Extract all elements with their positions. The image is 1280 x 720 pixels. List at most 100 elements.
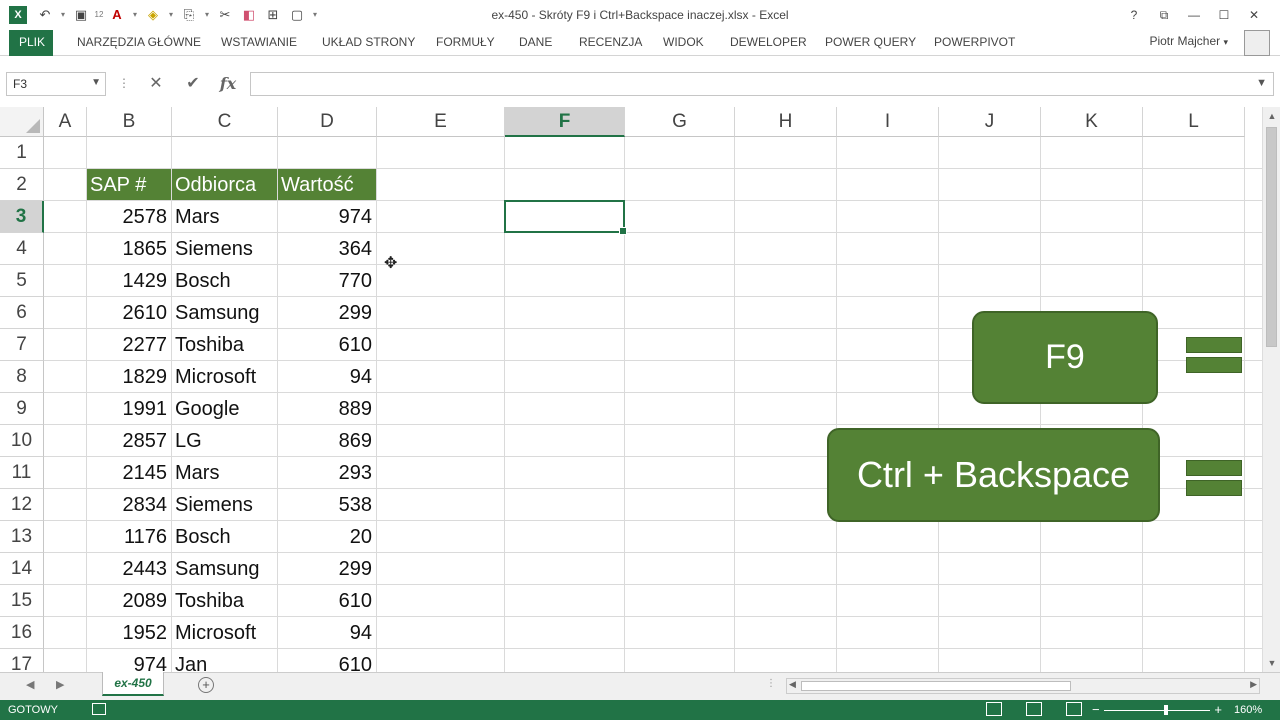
f9-shape[interactable]: F9	[972, 311, 1158, 404]
cell-sap[interactable]: 974	[87, 649, 171, 672]
cell-wartosc[interactable]: 20	[278, 521, 376, 552]
row-header-1[interactable]: 1	[0, 137, 44, 169]
cell-odbiorca[interactable]: Siemens	[172, 489, 277, 520]
cell-odbiorca[interactable]: Jan	[172, 649, 277, 672]
close-button[interactable]: ✕	[1242, 5, 1266, 25]
scroll-down-icon[interactable]: ▼	[1265, 658, 1279, 668]
cell-sap[interactable]: 2443	[87, 553, 171, 584]
cell-sap[interactable]: 2089	[87, 585, 171, 616]
cell-odbiorca[interactable]: Mars	[172, 457, 277, 488]
cell-sap[interactable]: 2857	[87, 425, 171, 456]
name-box[interactable]: F3 ▼	[6, 72, 106, 96]
cell-odbiorca[interactable]: Toshiba	[172, 329, 277, 360]
cell-odbiorca[interactable]: Siemens	[172, 233, 277, 264]
row-header-14[interactable]: 14	[0, 553, 44, 585]
column-header-e[interactable]: E	[377, 107, 505, 137]
add-sheet-button[interactable]: +	[198, 677, 214, 693]
cell-wartosc[interactable]: 94	[278, 617, 376, 648]
zoom-out-icon[interactable]: −	[1092, 702, 1100, 717]
avatar[interactable]	[1244, 30, 1270, 56]
row-header-11[interactable]: 11	[0, 457, 44, 489]
macro-record-icon[interactable]	[92, 703, 106, 715]
confirm-entry-button[interactable]: ✔	[179, 72, 207, 96]
column-header-i[interactable]: I	[837, 107, 939, 137]
tab-powerpivot[interactable]: POWERPIVOT	[934, 30, 1015, 56]
page-break-view-icon[interactable]	[1066, 702, 1082, 716]
cell-wartosc[interactable]: 94	[278, 361, 376, 392]
cell-odbiorca[interactable]: Toshiba	[172, 585, 277, 616]
cell-sap[interactable]: 1176	[87, 521, 171, 552]
cell-sap[interactable]: 2145	[87, 457, 171, 488]
column-header-j[interactable]: J	[939, 107, 1041, 137]
column-header-h[interactable]: H	[735, 107, 837, 137]
minimize-button[interactable]: —	[1182, 5, 1206, 25]
tab-formulas[interactable]: FORMUŁY	[436, 30, 495, 56]
cell-odbiorca[interactable]: Bosch	[172, 521, 277, 552]
tab-home[interactable]: NARZĘDZIA GŁÓWNE	[77, 30, 201, 56]
worksheet-grid[interactable]: ABCDEFGHIJKL 1 2 3 4 5 6 7 8 9 10 11 12 13 14 15 16 17 S…	[0, 107, 1262, 672]
zoom-knob[interactable]	[1164, 705, 1168, 715]
cell-odbiorca[interactable]: Microsoft	[172, 617, 277, 648]
row-header-10[interactable]: 10	[0, 425, 44, 457]
cell-sap[interactable]: 1991	[87, 393, 171, 424]
cell-odbiorca[interactable]: Bosch	[172, 265, 277, 296]
active-cell-f3[interactable]	[504, 200, 627, 235]
formula-input[interactable]: ▼	[250, 72, 1274, 96]
user-name[interactable]: Piotr Majcher ▾	[1149, 34, 1228, 48]
cell-sap[interactable]: 2610	[87, 297, 171, 328]
tab-insert[interactable]: WSTAWIANIE	[221, 30, 297, 56]
row-header-15[interactable]: 15	[0, 585, 44, 617]
row-header-17[interactable]: 17	[0, 649, 44, 672]
tab-power-query[interactable]: POWER QUERY	[825, 30, 916, 56]
ctrl-backspace-shape[interactable]: Ctrl + Backspace	[827, 428, 1160, 522]
prev-sheet-icon[interactable]: ◀	[26, 678, 34, 691]
cell-wartosc[interactable]: 869	[278, 425, 376, 456]
cell-wartosc[interactable]: 770	[278, 265, 376, 296]
row-header-4[interactable]: 4	[0, 233, 44, 265]
tab-split-grip-icon[interactable]: ⋮	[766, 678, 776, 689]
cell-wartosc[interactable]: 299	[278, 553, 376, 584]
cell-odbiorca[interactable]: Microsoft	[172, 361, 277, 392]
name-box-dropdown-icon[interactable]: ▼	[91, 77, 101, 88]
tab-data[interactable]: DANE	[519, 30, 552, 56]
cell-odbiorca[interactable]: LG	[172, 425, 277, 456]
cell-odbiorca[interactable]: Samsung	[172, 553, 277, 584]
page-layout-view-icon[interactable]	[1026, 702, 1042, 716]
cell-wartosc[interactable]: 364	[278, 233, 376, 264]
cell-wartosc[interactable]: 610	[278, 585, 376, 616]
zoom-level[interactable]: 160%	[1234, 704, 1262, 716]
row-header-12[interactable]: 12	[0, 489, 44, 521]
cell-odbiorca[interactable]: Mars	[172, 201, 277, 232]
cell-sap[interactable]: 2277	[87, 329, 171, 360]
cell-sap[interactable]: 2578	[87, 201, 171, 232]
tab-developer[interactable]: DEWELOPER	[730, 30, 807, 56]
cell-sap[interactable]: 1865	[87, 233, 171, 264]
row-header-6[interactable]: 6	[0, 297, 44, 329]
tab-file[interactable]: PLIK	[9, 30, 53, 56]
cell-wartosc[interactable]: 974	[278, 201, 376, 232]
cell-wartosc[interactable]: 299	[278, 297, 376, 328]
row-header-13[interactable]: 13	[0, 521, 44, 553]
horizontal-scroll-thumb[interactable]	[801, 681, 1071, 691]
select-all-button[interactable]	[0, 107, 44, 137]
cell-sap[interactable]: 1429	[87, 265, 171, 296]
cell-wartosc[interactable]: 889	[278, 393, 376, 424]
cell-wartosc[interactable]: 610	[278, 329, 376, 360]
row-header-3[interactable]: 3	[0, 201, 44, 233]
row-header-16[interactable]: 16	[0, 617, 44, 649]
cell-sap[interactable]: 2834	[87, 489, 171, 520]
cell-wartosc[interactable]: 610	[278, 649, 376, 672]
expand-formula-bar-icon[interactable]: ▼	[1256, 77, 1267, 89]
row-header-9[interactable]: 9	[0, 393, 44, 425]
insert-function-button[interactable]: fx	[214, 72, 242, 96]
row-header-7[interactable]: 7	[0, 329, 44, 361]
scroll-right-icon[interactable]: ▶	[1250, 679, 1257, 690]
normal-view-icon[interactable]	[986, 702, 1002, 716]
tab-review[interactable]: RECENZJA	[579, 30, 642, 56]
row-header-2[interactable]: 2	[0, 169, 44, 201]
column-header-g[interactable]: G	[625, 107, 735, 137]
next-sheet-icon[interactable]: ▶	[56, 678, 64, 691]
table-header-odbiorca[interactable]: Odbiorca	[172, 169, 277, 200]
sheet-tab-ex-450[interactable]: ex-450	[102, 672, 164, 696]
scroll-up-icon[interactable]: ▲	[1265, 111, 1279, 121]
